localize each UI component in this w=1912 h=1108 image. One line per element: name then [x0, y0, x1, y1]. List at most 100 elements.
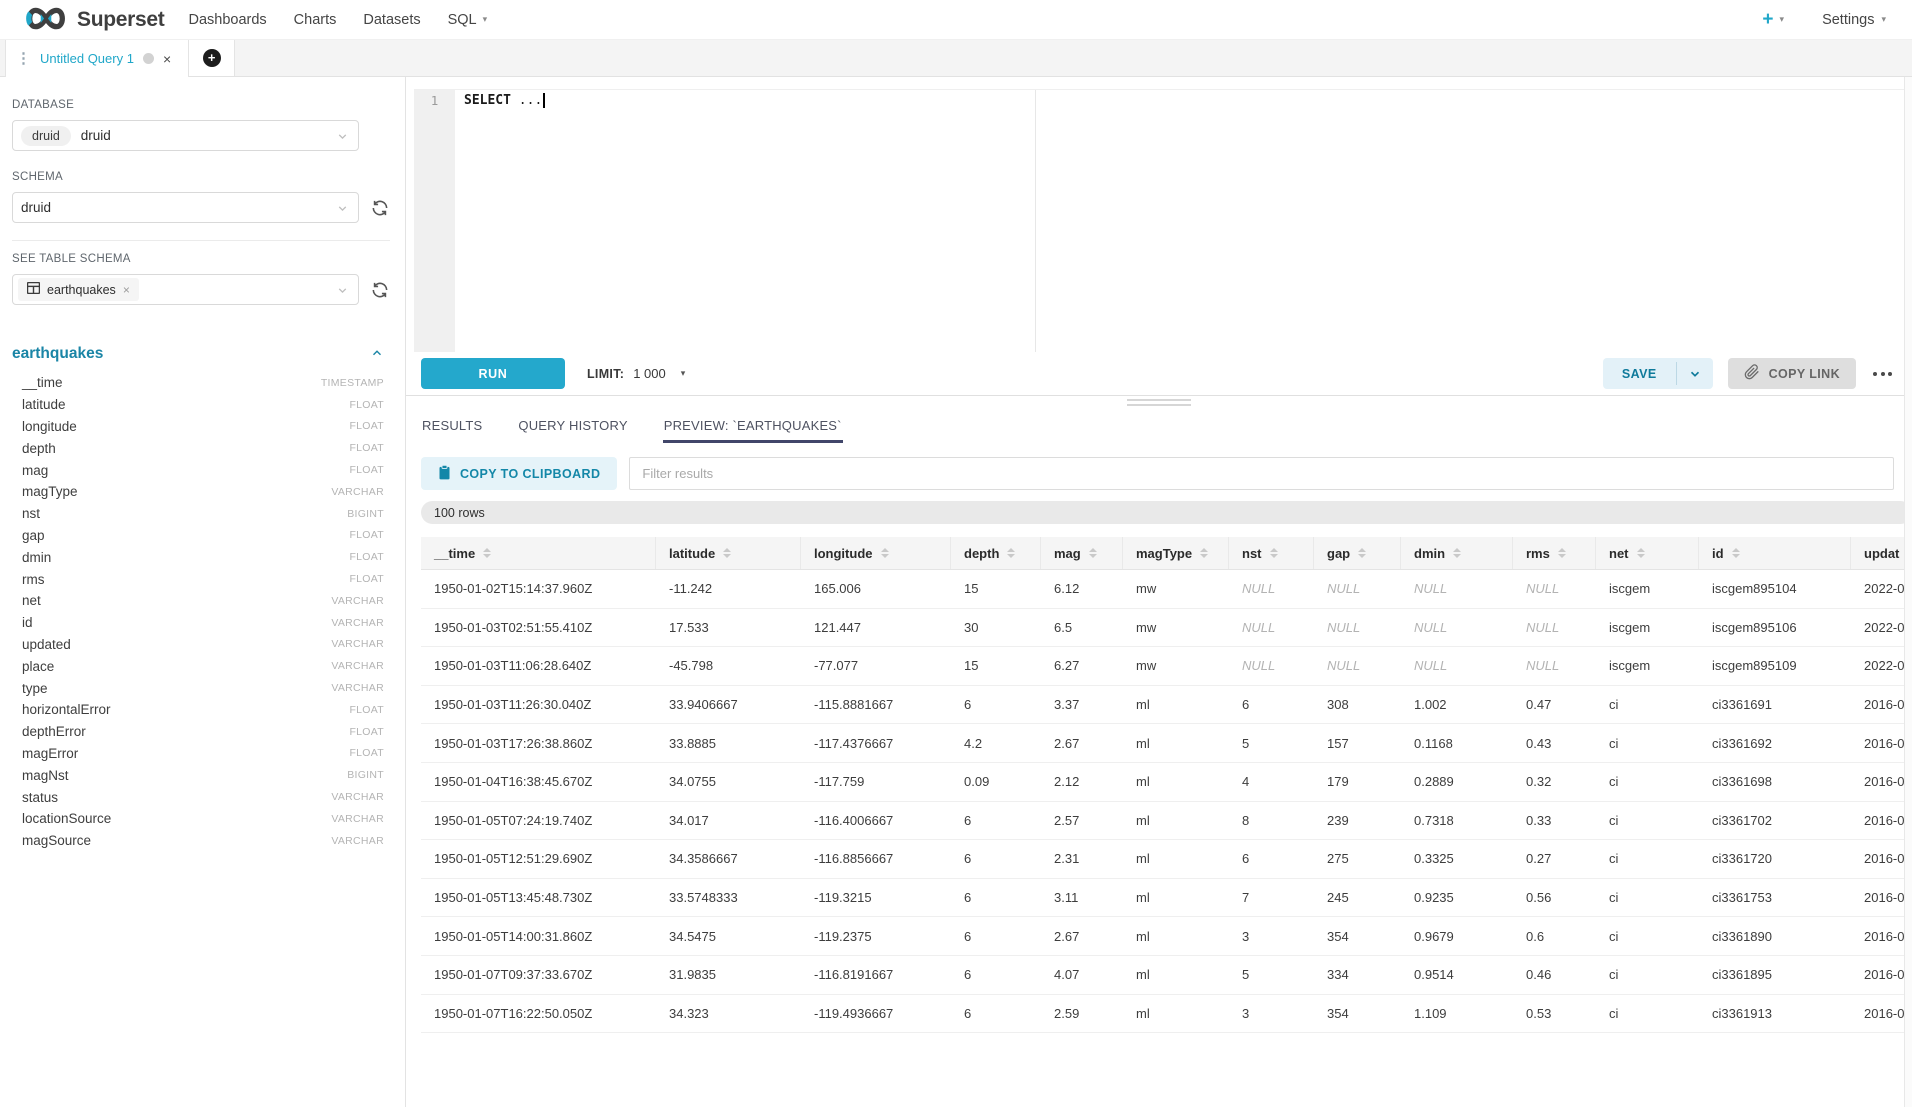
sort-icon — [1270, 548, 1278, 559]
schema-column: updatedVARCHAR — [12, 634, 384, 656]
copy-to-clipboard-button[interactable]: COPY TO CLIPBOARD — [421, 457, 617, 490]
table-cell: mw — [1123, 658, 1229, 673]
column-header-dmin[interactable]: dmin — [1401, 537, 1513, 569]
results-tab-results[interactable]: RESULTS — [421, 412, 483, 443]
table-cell: 2.67 — [1041, 736, 1123, 751]
save-split-button[interactable]: SAVE — [1603, 358, 1713, 389]
refresh-tables-icon[interactable] — [370, 280, 390, 300]
table-cell: NULL — [1229, 658, 1314, 673]
copy-link-button[interactable]: COPY LINK — [1728, 358, 1856, 389]
pane-resize-handle[interactable] — [406, 396, 1912, 409]
collapse-table-icon[interactable] — [370, 346, 384, 363]
table-select[interactable]: earthquakes × — [12, 274, 359, 305]
table-row: 1950-01-03T02:51:55.410Z17.533121.447306… — [421, 609, 1905, 648]
results-tab-preview-earthquakes[interactable]: PREVIEW: `EARTHQUAKES` — [663, 412, 843, 443]
nav-item-datasets[interactable]: Datasets — [363, 12, 420, 28]
schema-column-name: status — [22, 790, 58, 805]
save-menu-button[interactable] — [1677, 358, 1713, 389]
table-cell: 1950-01-03T02:51:55.410Z — [421, 620, 656, 635]
schema-value: druid — [21, 200, 51, 215]
column-header-mag[interactable]: mag — [1041, 537, 1123, 569]
plus-icon: + — [1762, 10, 1773, 29]
schema-column-type: TIMESTAMP — [321, 377, 384, 389]
schema-column: magSourceVARCHAR — [12, 830, 384, 852]
drag-handle-icon[interactable]: ⋮ — [16, 51, 31, 66]
schema-column-name: magError — [22, 746, 78, 761]
results-tab-query-history[interactable]: QUERY HISTORY — [517, 412, 628, 443]
column-header-id[interactable]: id — [1699, 537, 1851, 569]
save-button[interactable]: SAVE — [1603, 358, 1676, 389]
paperclip-icon — [1744, 364, 1760, 383]
column-header-label: id — [1712, 546, 1724, 561]
table-cell: 2.59 — [1041, 1006, 1123, 1021]
column-header-nst[interactable]: nst — [1229, 537, 1314, 569]
column-header-longitude[interactable]: longitude — [801, 537, 951, 569]
table-cell: iscgem895104 — [1699, 581, 1851, 596]
table-cell: ci — [1596, 851, 1699, 866]
column-header-gap[interactable]: gap — [1314, 537, 1401, 569]
table-chip: earthquakes × — [18, 278, 139, 301]
query-tab-bar: ⋮ Untitled Query 1 × + — [0, 40, 1912, 77]
table-cell: ci — [1596, 890, 1699, 905]
query-tab-active[interactable]: ⋮ Untitled Query 1 × — [5, 40, 189, 77]
brand-name: Superset — [77, 8, 164, 32]
editor-code-area[interactable]: SELECT ... — [455, 90, 1912, 352]
table-cell: ml — [1123, 967, 1229, 982]
column-header-updat[interactable]: updat — [1851, 537, 1905, 569]
column-header-latitude[interactable]: latitude — [656, 537, 801, 569]
table-cell: ci3361895 — [1699, 967, 1851, 982]
table-cell: -117.759 — [801, 774, 951, 789]
table-cell: 2022-0 — [1851, 620, 1905, 635]
column-header-label: nst — [1242, 546, 1262, 561]
schema-column-type: VARCHAR — [331, 813, 384, 825]
column-header-magtype[interactable]: magType — [1123, 537, 1229, 569]
nav-item-dashboards[interactable]: Dashboards — [188, 12, 266, 28]
table-cell: 1950-01-07T09:37:33.670Z — [421, 967, 656, 982]
table-row: 1950-01-05T14:00:31.860Z34.5475-119.2375… — [421, 917, 1905, 956]
table-cell: 2.12 — [1041, 774, 1123, 789]
table-cell: ml — [1123, 736, 1229, 751]
new-query-button[interactable]: + ▾ — [1762, 10, 1784, 29]
schema-column-type: FLOAT — [349, 747, 384, 759]
table-cell: ci3361720 — [1699, 851, 1851, 866]
table-cell: 2.31 — [1041, 851, 1123, 866]
schema-column: depthFLOAT — [12, 437, 384, 459]
table-cell: 6.27 — [1041, 658, 1123, 673]
table-cell: 6 — [1229, 851, 1314, 866]
more-menu-icon[interactable] — [1871, 366, 1894, 382]
editor-gutter: 1 — [414, 90, 455, 352]
add-query-tab-button[interactable]: + — [189, 40, 235, 76]
table-cell: ml — [1123, 1006, 1229, 1021]
nav-item-charts[interactable]: Charts — [294, 12, 337, 28]
schema-select[interactable]: druid — [12, 192, 359, 223]
schema-column-name: place — [22, 659, 54, 674]
table-cell: ci — [1596, 1006, 1699, 1021]
column-header-depth[interactable]: depth — [951, 537, 1041, 569]
column-header-rms[interactable]: rms — [1513, 537, 1596, 569]
vertical-scrollbar[interactable] — [1904, 77, 1912, 1107]
schema-column-type: VARCHAR — [331, 617, 384, 629]
close-icon[interactable]: × — [163, 52, 171, 66]
table-cell: 0.33 — [1513, 813, 1596, 828]
schema-column-name: magType — [22, 484, 78, 499]
superset-brand[interactable]: Superset — [22, 4, 164, 36]
refresh-schema-icon[interactable] — [370, 198, 390, 218]
limit-dropdown[interactable]: LIMIT: 1 000 ▾ — [587, 366, 685, 381]
run-button[interactable]: RUN — [421, 358, 565, 389]
settings-menu[interactable]: Settings ▾ — [1822, 12, 1886, 28]
remove-table-icon[interactable]: × — [123, 283, 130, 297]
table-row: 1950-01-03T11:06:28.640Z-45.798-77.07715… — [421, 647, 1905, 686]
sort-icon — [723, 548, 731, 559]
column-header-time[interactable]: __time — [421, 537, 656, 569]
filter-results-input[interactable] — [629, 457, 1894, 490]
schema-column-type: VARCHAR — [331, 660, 384, 672]
column-header-net[interactable]: net — [1596, 537, 1699, 569]
table-cell: ml — [1123, 851, 1229, 866]
schema-column-name: depth — [22, 441, 56, 456]
sql-editor[interactable]: 1 SELECT ... — [414, 89, 1912, 352]
nav-item-sql[interactable]: SQL▾ — [448, 12, 488, 28]
table-cell: 6 — [951, 929, 1041, 944]
database-select[interactable]: druid druid — [12, 120, 359, 151]
schema-column: __timeTIMESTAMP — [12, 372, 384, 394]
table-cell: NULL — [1513, 620, 1596, 635]
